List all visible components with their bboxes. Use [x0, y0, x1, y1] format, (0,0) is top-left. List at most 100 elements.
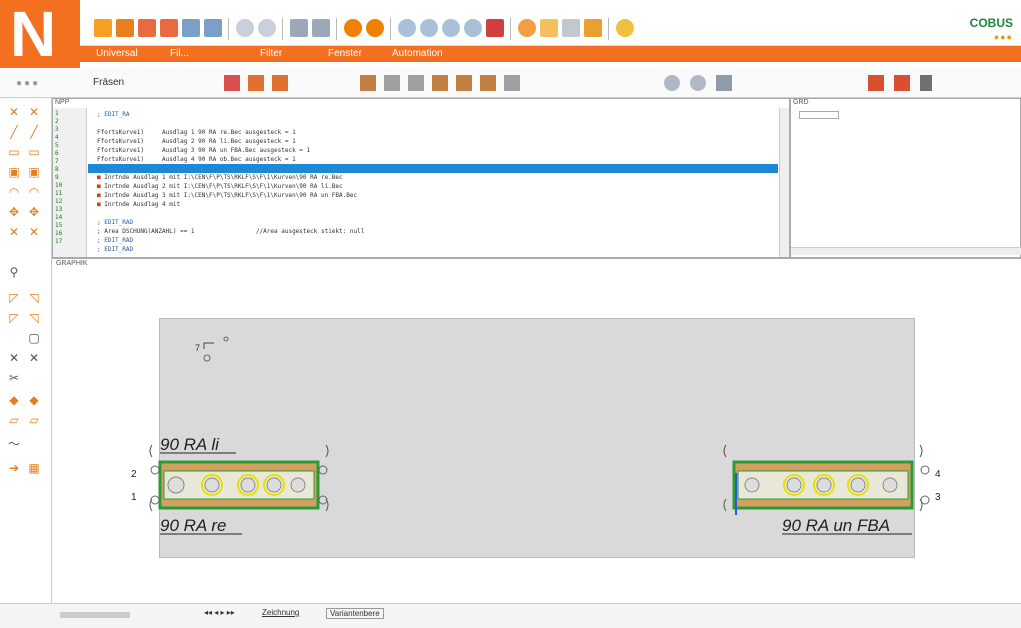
line-icon[interactable]: ╱ — [8, 126, 20, 138]
menu-universal[interactable]: Universal — [96, 48, 138, 59]
x-icon[interactable]: ✕ — [8, 226, 20, 238]
book-2-icon[interactable] — [272, 75, 288, 91]
tool-5-icon[interactable] — [456, 75, 472, 91]
arc-icon[interactable]: ◠ — [8, 186, 20, 198]
code-line[interactable]: FfortsKurve1) Ausdlag 3 90 RA un FBA.Bec… — [97, 147, 310, 155]
edit-icon[interactable] — [94, 19, 112, 37]
box-tool-icon[interactable]: ▣ — [8, 166, 20, 178]
curve-icon[interactable]: 〜 — [8, 438, 20, 450]
horizontal-scrollbar[interactable] — [60, 612, 130, 618]
horizontal-scrollbar[interactable] — [791, 247, 1021, 255]
move-icon[interactable]: ✥ — [8, 206, 20, 218]
code-line[interactable]: FfortsKurve1) Ausdlag 4 90 RA ob.Bec aus… — [97, 156, 296, 164]
frame-icon[interactable] — [486, 19, 504, 37]
arc-2-icon[interactable]: ◠ — [28, 186, 40, 198]
measure-icon[interactable]: ▱ — [8, 414, 20, 426]
tab-variantenbere[interactable]: Variantenbere — [326, 608, 384, 619]
delete-2-icon[interactable]: ✕ — [28, 352, 40, 364]
search-1-icon[interactable] — [664, 75, 680, 91]
search-2-icon[interactable] — [690, 75, 706, 91]
code-editor[interactable]: NPP 1 2 3 4 5 6 7 8 9 10 11 12 13 14 15 16 17 ; EDIT_RA F… — [52, 98, 790, 258]
menu-fil[interactable]: Fil... — [170, 48, 189, 59]
code-line[interactable]: Inrtnde Ausdlag 4 mit — [97, 201, 180, 209]
arrow-icon[interactable]: ➔ — [8, 462, 20, 474]
vertical-scrollbar[interactable] — [779, 108, 789, 257]
code-line[interactable]: ; EDIT_RAD — [97, 237, 133, 245]
layer-icon[interactable] — [540, 19, 558, 37]
property-field[interactable] — [799, 111, 839, 119]
fill-icon[interactable]: ◆ — [8, 394, 20, 406]
nav-dots-icon[interactable]: ●●● — [16, 78, 40, 89]
back-icon[interactable] — [236, 19, 254, 37]
snap-icon[interactable]: ⚲ — [8, 266, 20, 278]
tool-a-icon[interactable]: ◸ — [8, 292, 20, 304]
paste-icon[interactable] — [116, 19, 134, 37]
tool-d-icon[interactable]: ◹ — [28, 312, 40, 324]
copy-2-icon[interactable] — [160, 19, 178, 37]
right-rail-part[interactable] — [723, 444, 930, 515]
tool-2-icon[interactable] — [384, 75, 400, 91]
line-number: 15 — [55, 222, 63, 229]
book-icon[interactable] — [248, 75, 264, 91]
3d-view-icon[interactable] — [562, 19, 580, 37]
t-icon[interactable] — [920, 75, 932, 91]
square-icon[interactable]: ▢ — [28, 332, 40, 344]
left-rail-part[interactable] — [149, 444, 329, 512]
gear-2-icon[interactable] — [366, 19, 384, 37]
measure-2-icon[interactable]: ▱ — [28, 414, 40, 426]
save-icon[interactable] — [182, 19, 200, 37]
tool-1-icon[interactable] — [360, 75, 376, 91]
code-line[interactable]: Inrtnde Ausdlag 2 mit I:\CEN\F\P\TS\RKLF… — [97, 183, 342, 191]
zoom-icon[interactable] — [398, 19, 416, 37]
tool-3-icon[interactable] — [408, 75, 424, 91]
cross-icon[interactable]: ✕ — [8, 106, 20, 118]
calculator-icon[interactable] — [716, 75, 732, 91]
tape-icon[interactable] — [894, 75, 910, 91]
code-line[interactable]: FfortsKurve1) Ausdlag 1 90 RA re.Bec aus… — [97, 129, 296, 137]
code-line[interactable]: ; EDIT_RAD — [97, 246, 133, 254]
scissors-icon[interactable]: ✂ — [8, 372, 20, 384]
rotate-icon[interactable] — [518, 19, 536, 37]
box-icon[interactable] — [584, 19, 602, 37]
box-tool-2-icon[interactable]: ▣ — [28, 166, 40, 178]
print-icon[interactable] — [290, 19, 308, 37]
hand-icon[interactable] — [868, 75, 884, 91]
line-2-icon[interactable]: ╱ — [28, 126, 40, 138]
grid-icon[interactable]: ▦ — [28, 462, 40, 474]
move-2-icon[interactable]: ✥ — [28, 206, 40, 218]
fill-2-icon[interactable]: ◆ — [28, 394, 40, 406]
forward-icon[interactable] — [258, 19, 276, 37]
tab-nav-arrows[interactable]: ◂◂ ◂ ▸ ▸▸ — [204, 608, 235, 617]
code-line[interactable]: ; EDIT_RA — [97, 111, 130, 119]
menu-fenster[interactable]: Fenster — [328, 48, 362, 59]
code-line[interactable]: ; EDIT_RAD — [97, 219, 133, 227]
rect-icon[interactable]: ▭ — [8, 146, 20, 158]
code-line[interactable]: ; Area DSCHUNG(ANZAHL) == 1 //Area ausge… — [97, 228, 364, 236]
menu-filter[interactable]: Filter — [260, 48, 282, 59]
code-line[interactable]: FfortsKurve1) Ausdlag 2 90 RA li.Bec aus… — [97, 138, 296, 146]
zoom-all-icon[interactable] — [464, 19, 482, 37]
cross-2-icon[interactable]: ✕ — [28, 106, 40, 118]
line-number: 14 — [55, 214, 63, 221]
tool-4-icon[interactable] — [432, 75, 448, 91]
zoom-in-icon[interactable] — [420, 19, 438, 37]
tool-b-icon[interactable]: ◹ — [28, 292, 40, 304]
drawing-canvas[interactable]: GRAPHIK 7 90 RA li 90 RA re 2 1 90 RA un… — [52, 258, 1021, 608]
copy-icon[interactable] — [138, 19, 156, 37]
delete-icon[interactable]: ✕ — [8, 352, 20, 364]
code-line[interactable]: Inrtnde Ausdlag 1 mit I:\CEN\F\P\TS\RKLF… — [97, 174, 342, 182]
tool-7-icon[interactable] — [504, 75, 520, 91]
menu-automation[interactable]: Automation — [392, 48, 443, 59]
rect-2-icon[interactable]: ▭ — [28, 146, 40, 158]
save-as-icon[interactable] — [204, 19, 222, 37]
preview-icon[interactable] — [312, 19, 330, 37]
gear-icon[interactable] — [344, 19, 362, 37]
eraser-icon[interactable] — [224, 75, 240, 91]
x-2-icon[interactable]: ✕ — [28, 226, 40, 238]
tab-zeichnung[interactable]: Zeichnung — [262, 608, 299, 617]
zoom-out-icon[interactable] — [442, 19, 460, 37]
code-line[interactable]: Inrtnde Ausdlag 3 mit I:\CEN\F\P\TS\RKLF… — [97, 192, 357, 200]
help-icon[interactable] — [616, 19, 634, 37]
tool-c-icon[interactable]: ◸ — [8, 312, 20, 324]
tool-6-icon[interactable] — [480, 75, 496, 91]
